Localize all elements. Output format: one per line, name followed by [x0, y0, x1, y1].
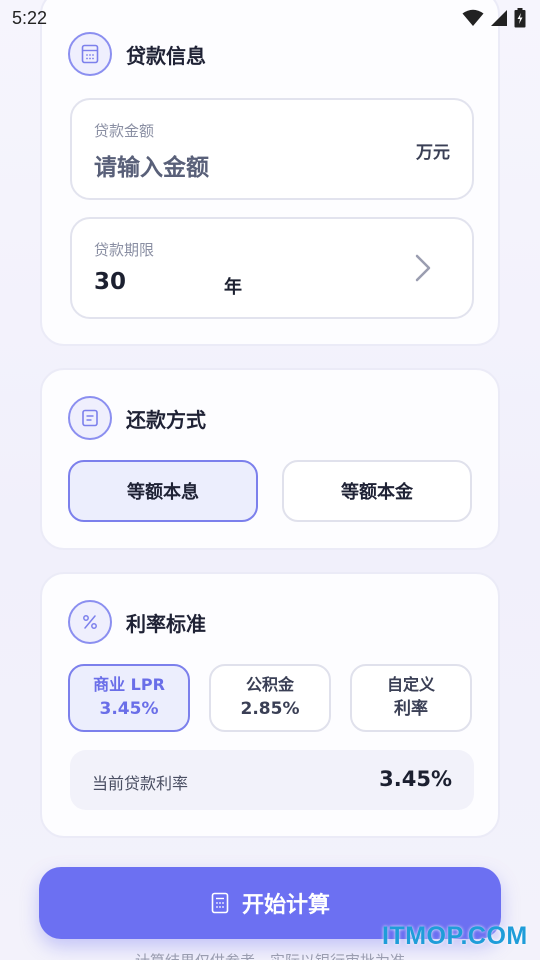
- rate-option-provident-fund[interactable]: 公积金 2.85%: [209, 664, 331, 732]
- status-time: 5:22: [12, 7, 48, 28]
- repayment-option-equal-installment[interactable]: 等额本息: [68, 460, 258, 522]
- rate-option-name: 商业 LPR: [93, 675, 165, 694]
- loan-info-card: 贷款信息 贷款金额 请输入金额 万元 贷款期限 30 年: [40, 0, 500, 346]
- loan-term-field[interactable]: 贷款期限 30 年: [70, 217, 474, 319]
- rate-option-value: 利率: [394, 699, 428, 719]
- cell-signal-icon: [491, 10, 507, 26]
- calculator-icon: [68, 32, 112, 76]
- chevron-right-icon[interactable]: [414, 253, 432, 283]
- rate-option-name: 自定义: [386, 675, 435, 694]
- rate-title: 利率标准: [126, 611, 206, 636]
- rate-header: 利率标准: [68, 600, 206, 644]
- document-icon: [68, 396, 112, 440]
- repayment-header: 还款方式: [68, 396, 206, 440]
- repayment-title: 还款方式: [126, 407, 206, 432]
- loan-amount-field[interactable]: 贷款金额 请输入金额 万元: [70, 98, 474, 200]
- current-rate-panel: 当前贷款利率 3.45%: [70, 750, 474, 810]
- rate-option-name: 公积金: [245, 675, 294, 694]
- repayment-option-equal-principal[interactable]: 等额本金: [282, 460, 472, 522]
- rate-option-value: 2.85%: [240, 699, 300, 719]
- loan-term-value: 30: [94, 269, 127, 295]
- loan-amount-unit: 万元: [416, 143, 450, 163]
- repayment-card: 还款方式 等额本息 等额本金: [40, 368, 500, 550]
- loan-info-header: 贷款信息: [68, 32, 206, 76]
- loan-term-label: 贷款期限: [94, 241, 155, 259]
- status-bar: 5:22: [0, 0, 540, 36]
- rate-option-value: 3.45%: [99, 699, 159, 719]
- disclaimer-text: 计算结果仅供参考，实际以银行审批为准: [0, 950, 540, 960]
- rate-option-commercial-lpr[interactable]: 商业 LPR 3.45%: [68, 664, 190, 732]
- loan-amount-label: 贷款金额: [94, 122, 155, 140]
- rate-card: 利率标准 商业 LPR 3.45% 公积金 2.85% 自定义 利率 当前贷款利…: [40, 572, 500, 838]
- loan-term-unit: 年: [224, 277, 242, 298]
- loan-info-title: 贷款信息: [126, 43, 206, 68]
- current-rate-label: 当前贷款利率: [92, 774, 189, 793]
- calculator-icon: [211, 892, 229, 914]
- watermark: ITMOP.COM: [382, 922, 528, 950]
- battery-icon: [514, 8, 526, 28]
- loan-amount-input[interactable]: 请输入金额: [94, 148, 209, 182]
- rate-option-custom[interactable]: 自定义 利率: [350, 664, 472, 732]
- wifi-icon: [462, 9, 484, 26]
- status-icons: [462, 8, 526, 28]
- percent-icon: [68, 600, 112, 644]
- calculate-button-label: 开始计算: [241, 893, 330, 918]
- current-rate-value: 3.45%: [379, 767, 452, 791]
